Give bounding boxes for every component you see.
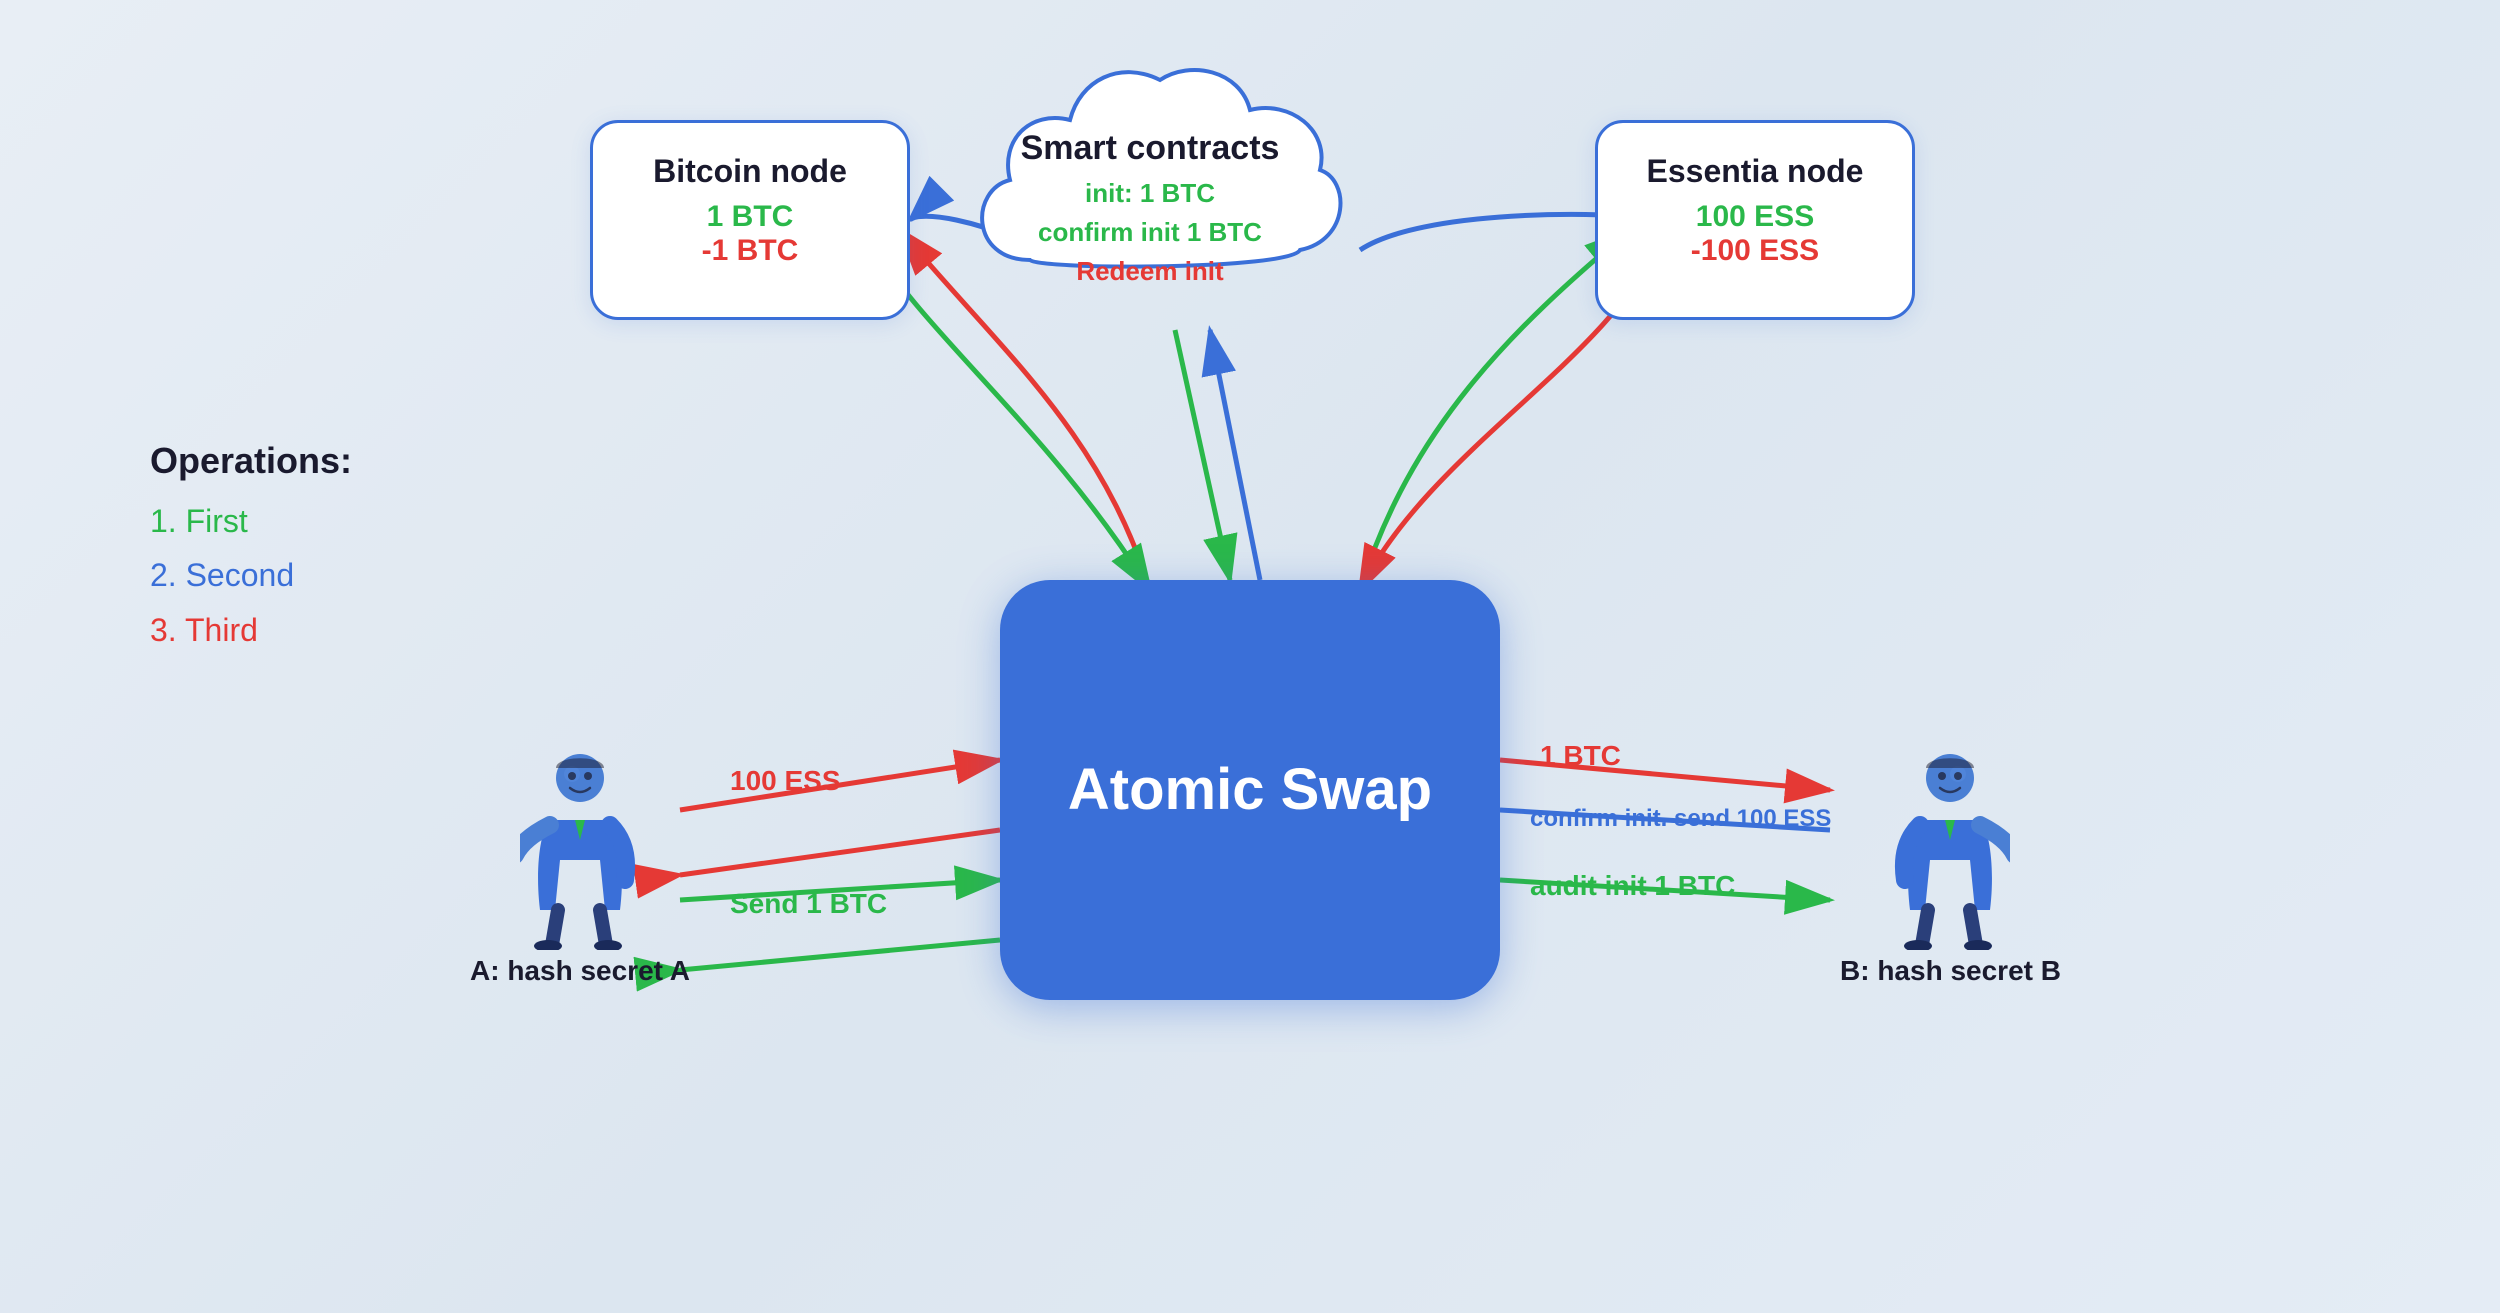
bitcoin-node-title: Bitcoin node — [633, 153, 867, 190]
atomic-swap-box: Atomic Swap — [1000, 580, 1500, 1000]
bitcoin-node-value1: 1 BTC — [633, 200, 867, 234]
smart-contracts-title: Smart contracts — [1021, 129, 1280, 168]
smart-contracts: Smart contracts init: 1 BTC confirm init… — [950, 60, 1350, 340]
essentia-node-value2: -100 ESS — [1638, 234, 1872, 268]
label-send-btc: Send 1 BTC — [730, 888, 887, 920]
person-a: A: hash secret A — [470, 750, 690, 987]
label-100-ess: 100 ESS — [730, 765, 841, 797]
essentia-node: Essentia node 100 ESS -100 ESS — [1595, 120, 1915, 320]
person-b-figure — [1890, 750, 2010, 950]
operations-panel: Operations: 1. First 2. Second 3. Third — [150, 440, 352, 657]
atomic-swap-title: Atomic Swap — [1068, 755, 1432, 825]
operation-3: 3. Third — [150, 603, 352, 657]
operations-title: Operations: — [150, 440, 352, 482]
bitcoin-node-value2: -1 BTC — [633, 234, 867, 268]
person-a-figure — [520, 750, 640, 950]
label-confirm-send: confirm init. send 100 ESS — [1530, 805, 1831, 833]
essentia-node-value1: 100 ESS — [1638, 200, 1872, 234]
person-a-label: A: hash secret A — [470, 955, 690, 987]
label-1-btc: 1 BTC — [1540, 740, 1621, 772]
person-b-label: B: hash secret B — [1840, 955, 2061, 987]
operation-1: 1. First — [150, 494, 352, 548]
bitcoin-node: Bitcoin node 1 BTC -1 BTC — [590, 120, 910, 320]
smart-contracts-content: Smart contracts init: 1 BTC confirm init… — [1001, 109, 1300, 311]
operation-2: 2. Second — [150, 548, 352, 602]
person-b: B: hash secret B — [1840, 750, 2061, 987]
smart-contracts-line3: Redeem init — [1021, 252, 1280, 291]
diagram-container: Bitcoin node 1 BTC -1 BTC Essentia node … — [0, 0, 2500, 1313]
label-audit-btc: audit init 1 BTC — [1530, 870, 1735, 902]
smart-contracts-line1: init: 1 BTC — [1021, 174, 1280, 213]
essentia-node-title: Essentia node — [1638, 153, 1872, 190]
smart-contracts-line2: confirm init 1 BTC — [1021, 213, 1280, 252]
